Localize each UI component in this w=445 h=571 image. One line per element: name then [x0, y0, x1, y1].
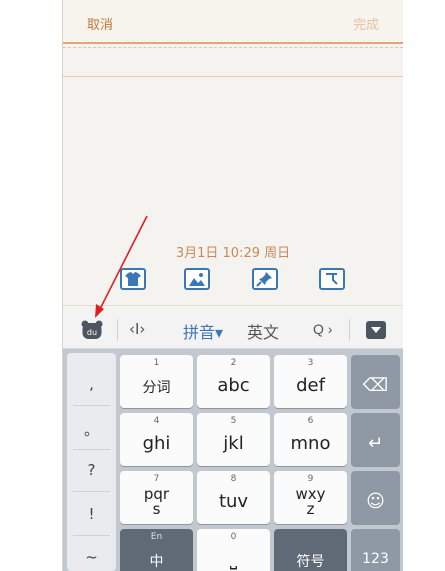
top-rule — [63, 42, 403, 44]
punct-divider — [73, 491, 110, 492]
chinese-english-toggle[interactable]: En 中 — [120, 529, 193, 571]
key-number: 5 — [230, 416, 237, 426]
pin-icon[interactable] — [252, 268, 278, 290]
space-key[interactable]: 0 ⎵ — [197, 529, 270, 571]
key-label: 符号 — [296, 554, 325, 570]
key-number: 9 — [307, 474, 314, 484]
note-date: 3月1日 10:29 周日 — [175, 246, 291, 261]
tab-english[interactable]: 英文 — [247, 319, 279, 343]
key-number: En — [150, 532, 163, 542]
key-label: ghi — [142, 433, 171, 454]
clock-icon[interactable] — [319, 268, 345, 290]
key-3[interactable]: 3 def — [274, 355, 347, 408]
shirt-icon[interactable] — [120, 268, 146, 290]
key-5[interactable]: 5 jkl — [197, 413, 270, 466]
cancel-button[interactable]: 取消 — [87, 14, 113, 33]
key-number: 2 — [230, 358, 237, 368]
enter-icon: ↵ — [367, 433, 384, 454]
cursor-control-button[interactable]: ‹I› — [129, 320, 145, 338]
key-label: pqr s — [143, 485, 170, 518]
done-button[interactable]: 完成 — [353, 14, 379, 33]
key-number: 1 — [153, 358, 160, 368]
key-label: jkl — [223, 433, 244, 454]
enter-button[interactable]: ↵ — [351, 413, 400, 466]
key-number: 7 — [153, 474, 160, 484]
key-label: tuv — [218, 491, 249, 512]
phone-screen: 取消 完成 3月1日 10:29 周日 du ‹I› 拼音▾ 英文 Q › , — [63, 0, 403, 571]
tab-pinyin[interactable]: 拼音▾ — [183, 319, 223, 343]
key-4[interactable]: 4 ghi — [120, 413, 193, 466]
dashed-rule — [63, 47, 403, 48]
key-label: mno — [290, 433, 331, 454]
emoji-button[interactable]: ☺ — [351, 471, 400, 524]
key-9[interactable]: 9 wxy z — [274, 471, 347, 524]
key-number: 3 — [307, 358, 314, 368]
key-label: wxy z — [295, 485, 326, 518]
bar-separator — [117, 319, 118, 341]
space-icon: ⎵ — [229, 549, 238, 570]
key-2[interactable]: 2 abc — [197, 355, 270, 408]
key-number: 4 — [153, 416, 160, 426]
backspace-button[interactable]: ⌫ — [351, 355, 400, 408]
key-label: 123 — [362, 551, 389, 567]
keyboard-bar: du ‹I› 拼音▾ 英文 Q › — [63, 311, 403, 349]
key-6[interactable]: 6 mno — [274, 413, 347, 466]
punct-divider — [73, 405, 110, 406]
key-number: 0 — [230, 532, 237, 542]
punct-comma[interactable]: , — [67, 375, 116, 393]
key-7[interactable]: 7 pqr s — [120, 471, 193, 524]
punct-period[interactable]: 。 — [67, 419, 116, 440]
svg-text:du: du — [87, 328, 97, 337]
punctuation-column[interactable]: , 。 ? ! ~ — [67, 353, 116, 571]
emoji-icon: ☺ — [366, 491, 385, 512]
key-label: abc — [217, 375, 250, 396]
key-label: def — [296, 375, 325, 396]
header-rule — [63, 76, 403, 77]
punct-tilde[interactable]: ~ — [67, 548, 116, 566]
bar-separator — [349, 319, 350, 341]
image-icon[interactable] — [184, 268, 210, 290]
du-logo-icon[interactable]: du — [81, 320, 103, 340]
punct-divider — [73, 449, 110, 450]
punct-question[interactable]: ? — [67, 461, 116, 479]
toolbar-divider — [63, 305, 403, 306]
punct-divider — [73, 535, 110, 536]
search-button[interactable]: Q › — [313, 321, 332, 337]
punct-exclaim[interactable]: ! — [67, 505, 116, 523]
key-8[interactable]: 8 tuv — [197, 471, 270, 524]
backspace-icon: ⌫ — [362, 375, 389, 396]
note-top-bar: 取消 完成 — [63, 0, 403, 44]
key-number: 8 — [230, 474, 237, 484]
key-1[interactable]: 1 分词 — [120, 355, 193, 408]
number-mode-button[interactable]: 123 — [351, 529, 400, 571]
collapse-keyboard-icon[interactable] — [366, 321, 386, 339]
key-label: 中 — [149, 554, 164, 570]
symbol-button[interactable]: 符号 — [274, 529, 347, 571]
keyboard-body: , 。 ? ! ~ 1 分词 2 abc 3 def ⌫ 4 ghi 5 jkl… — [63, 349, 403, 571]
key-label: 分词 — [142, 380, 171, 396]
key-number: 6 — [307, 416, 314, 426]
